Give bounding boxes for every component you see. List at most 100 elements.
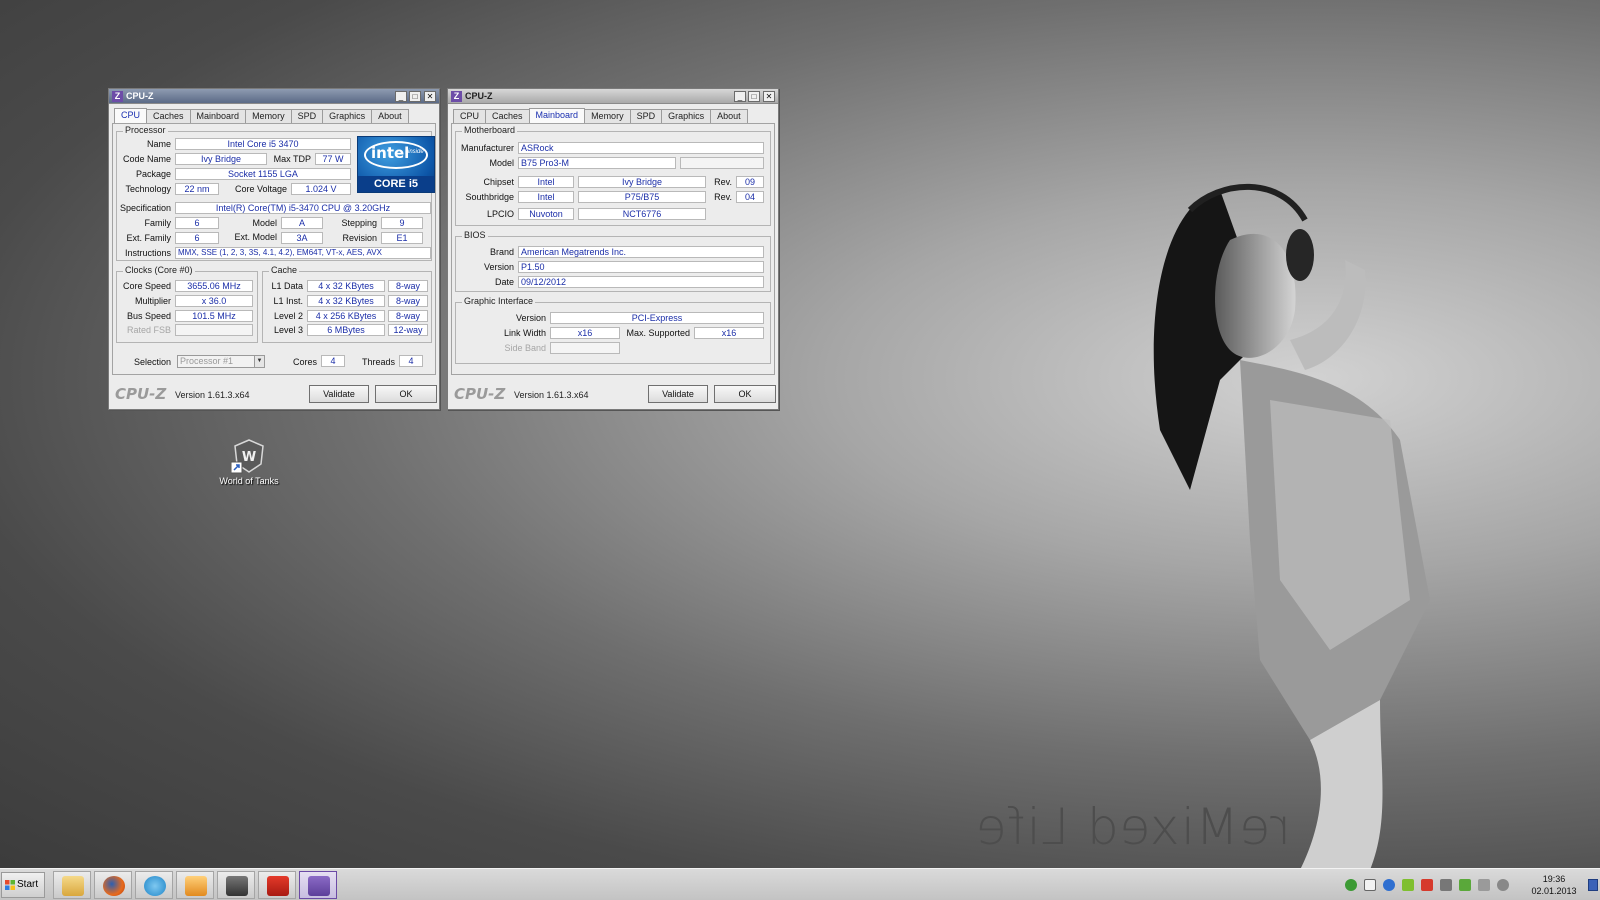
cpuz-logo-icon: Z [451,91,462,102]
cpuz-footer-brand: CPU-Z [115,385,167,403]
minimize-button[interactable]: _ [395,91,407,102]
window-title: CPU-Z [465,91,493,101]
tab-cpu[interactable]: CPU [453,109,487,123]
cpuz-window-cpu[interactable]: Z CPU-Z _ □ ✕ CPU Caches Mainboard Memor… [108,88,440,410]
ok-button[interactable]: OK [714,385,776,403]
media-player-taskbar-button[interactable] [176,871,214,899]
bios-group-label: BIOS [462,230,488,240]
stepping-value: 9 [381,217,423,229]
bios-date-value: 09/12/2012 [518,276,764,288]
manufacturer-label: Manufacturer [460,143,514,153]
close-button[interactable]: ✕ [424,91,436,102]
acrobat-icon [267,876,289,896]
bios-date-label: Date [494,277,514,287]
graphic-interface-group-label: Graphic Interface [462,296,536,306]
tab-mainboard[interactable]: Mainboard [189,109,247,123]
chipset-rev-value: 09 [736,176,764,188]
tab-caches[interactable]: Caches [485,109,530,123]
action-center-flag-icon[interactable] [1364,879,1376,891]
mainboard-panel: Motherboard Manufacturer ASRock Model B7… [451,123,775,375]
ok-button[interactable]: OK [375,385,437,403]
multiplier-value: x 36.0 [175,295,253,307]
rated-fsb-value [175,324,253,336]
explorer-taskbar-button[interactable] [53,871,91,899]
l1-data-way: 8-way [388,280,428,292]
l1-inst-label: L1 Inst. [273,296,303,306]
speaker-icon[interactable] [1497,879,1509,891]
tab-memory[interactable]: Memory [245,109,292,123]
validate-button[interactable]: Validate [309,385,369,403]
technology-value: 22 nm [175,183,219,195]
package-value: Socket 1155 LGA [175,168,351,180]
intel-logo-inside: inside [408,149,424,155]
link-width-value: x16 [550,327,620,339]
tab-caches[interactable]: Caches [146,109,191,123]
cpuz-logo-icon: Z [112,91,123,102]
volume-icon[interactable] [1440,879,1452,891]
nvidia-icon[interactable] [1402,879,1414,891]
bios-version-label: Version [483,262,514,272]
rated-fsb-label: Rated FSB [126,325,171,335]
tab-mainboard[interactable]: Mainboard [528,108,586,123]
minimize-button[interactable]: _ [734,91,746,102]
cache-group-label: Cache [269,265,300,275]
tab-about[interactable]: About [371,109,409,123]
tab-spd[interactable]: SPD [629,109,663,123]
bios-version-value: P1.50 [518,261,764,273]
chipset-name-value: Ivy Bridge [578,176,706,188]
acrobat-taskbar-button[interactable] [258,871,296,899]
media-player-icon [185,876,207,896]
package-label: Package [135,169,171,179]
level3-value: 6 MBytes [307,324,385,336]
tab-bar: CPU Caches Mainboard Memory SPD Graphics… [114,108,409,123]
southbridge-rev-label: Rev. [714,192,732,202]
clock[interactable]: 19:36 02.01.2013 [1528,873,1580,897]
processor-select[interactable]: Processor #1 ▼ [177,355,265,368]
lpcio-name-value: NCT6776 [578,208,706,220]
network-globe-icon[interactable] [1345,879,1357,891]
cpuz-icon [308,876,330,896]
tab-cpu[interactable]: CPU [114,108,148,123]
battery-icon[interactable] [1459,879,1471,891]
world-of-tanks-taskbar-button[interactable] [217,871,255,899]
instructions-value: MMX, SSE (1, 2, 3, 3S, 4.1, 4.2), EM64T,… [175,247,431,259]
world-of-tanks-shortcut[interactable]: W World of Tanks [214,438,284,486]
bios-brand-label: Brand [489,247,514,257]
app-tray-icon[interactable] [1383,879,1395,891]
stepping-label: Stepping [341,218,377,228]
tab-about[interactable]: About [710,109,748,123]
display-icon[interactable] [1478,879,1490,891]
code-name-label: Code Name [122,154,171,164]
title-bar[interactable]: Z CPU-Z _ □ ✕ [109,89,439,104]
title-bar[interactable]: Z CPU-Z _ □ ✕ [448,89,778,104]
chevron-down-icon[interactable]: ▼ [254,356,264,367]
world-of-tanks-icon [226,876,248,896]
l1-inst-value: 4 x 32 KBytes [307,295,385,307]
l1-inst-way: 8-way [388,295,428,307]
maximize-button[interactable]: □ [409,91,421,102]
skype-taskbar-button[interactable] [135,871,173,899]
ext-family-label: Ext. Family [126,233,171,243]
model-value: A [281,217,323,229]
firefox-taskbar-button[interactable] [94,871,132,899]
level2-value: 4 x 256 KBytes [307,310,385,322]
tab-spd[interactable]: SPD [290,109,324,123]
model-value: B75 Pro3-M [518,157,676,169]
cpuz-window-mainboard[interactable]: Z CPU-Z _ □ ✕ CPU Caches Mainboard Memor… [447,88,779,410]
antivirus-icon[interactable] [1421,879,1433,891]
validate-button[interactable]: Validate [648,385,708,403]
tab-graphics[interactable]: Graphics [322,109,373,123]
clock-date: 02.01.2013 [1531,886,1577,896]
cpuz-taskbar-button[interactable] [299,871,337,899]
start-button[interactable]: Start [1,872,45,898]
world-of-tanks-icon: W [230,438,267,474]
tab-memory[interactable]: Memory [584,109,631,123]
close-button[interactable]: ✕ [763,91,775,102]
show-desktop-button[interactable] [1588,879,1598,891]
chipset-label: Chipset [483,177,514,187]
l1-data-value: 4 x 32 KBytes [307,280,385,292]
maximize-button[interactable]: □ [748,91,760,102]
tab-graphics[interactable]: Graphics [661,109,712,123]
window-title: CPU-Z [126,91,154,101]
explorer-icon [62,876,84,896]
